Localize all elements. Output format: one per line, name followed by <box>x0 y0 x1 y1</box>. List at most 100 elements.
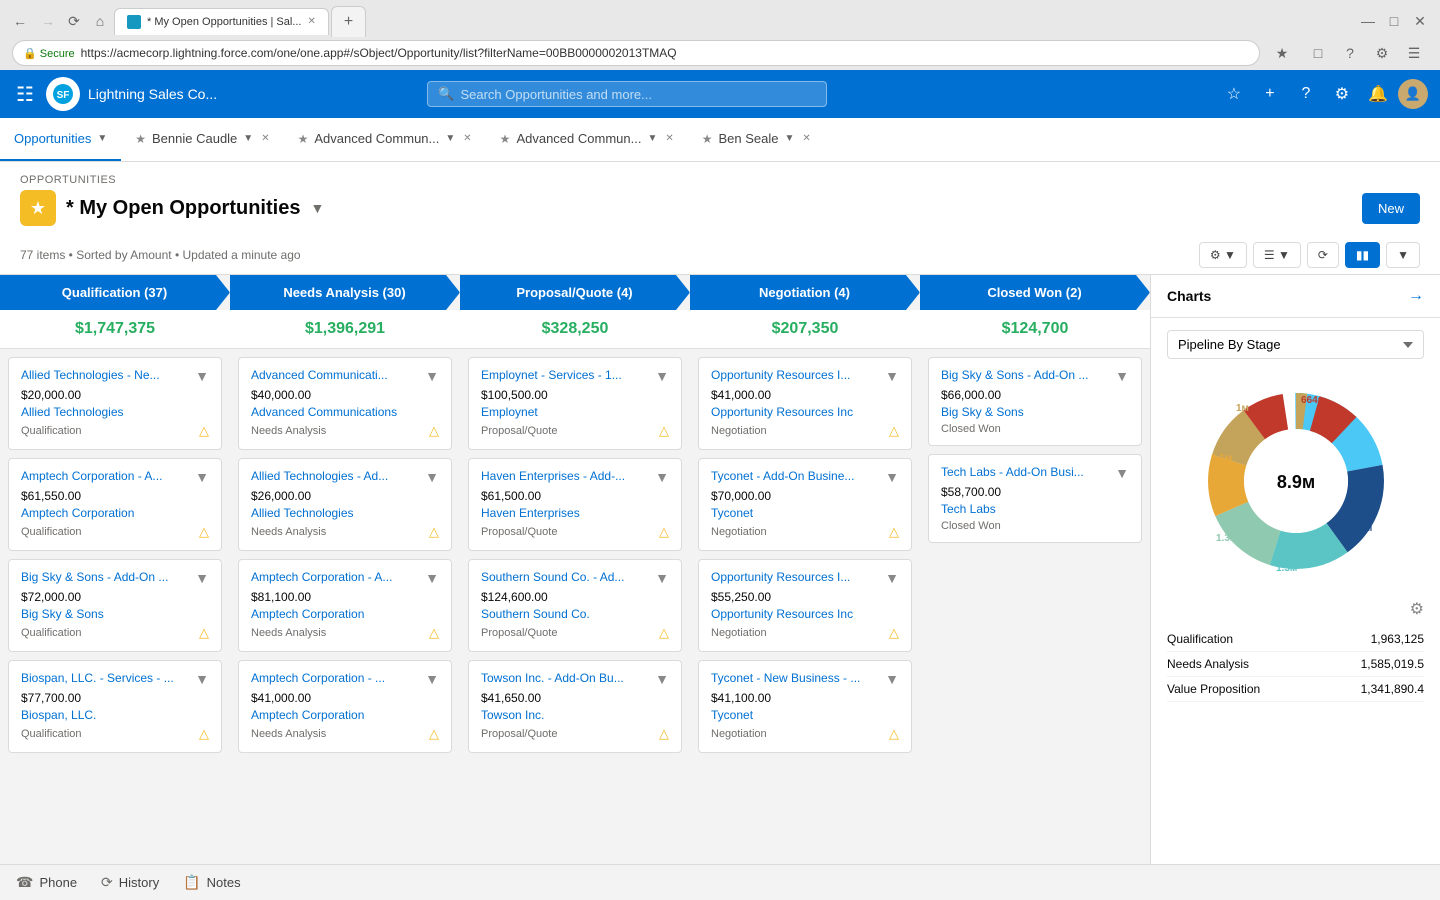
card-title[interactable]: Big Sky & Sons - Add-On ... <box>941 368 1115 384</box>
card-menu-icon[interactable]: ▼ <box>1115 368 1129 384</box>
browser-tab-sf[interactable]: * My Open Opportunities | Sal... ✕ <box>114 8 329 35</box>
card-menu-icon[interactable]: ▼ <box>425 368 439 384</box>
nav-dropdown-icon[interactable]: ▼ <box>97 133 107 144</box>
nav-close-ben[interactable]: ✕ <box>802 133 810 144</box>
browser-close[interactable]: ✕ <box>1408 9 1432 33</box>
settings-button[interactable]: ⚙ ▼ <box>1199 242 1247 268</box>
card-menu-icon[interactable]: ▼ <box>195 570 209 586</box>
card-company[interactable]: Opportunity Resources Inc <box>711 607 899 621</box>
card-menu-icon[interactable]: ▼ <box>195 469 209 485</box>
card-title[interactable]: Allied Technologies - Ne... <box>21 368 195 384</box>
charts-select[interactable]: Pipeline By Stage <box>1167 330 1424 359</box>
sf-add-icon[interactable]: + <box>1254 78 1286 110</box>
card-title[interactable]: Biospan, LLC. - Services - ... <box>21 671 195 687</box>
card-title[interactable]: Opportunity Resources I... <box>711 570 885 586</box>
card-title[interactable]: Employnet - Services - 1... <box>481 368 655 384</box>
browser-ext-4[interactable]: ☰ <box>1400 39 1428 67</box>
card-title[interactable]: Tyconet - Add-On Busine... <box>711 469 885 485</box>
charts-arrow-icon[interactable]: → <box>1408 287 1424 305</box>
refresh-button[interactable]: ⟳ <box>1307 242 1339 268</box>
footer-notes[interactable]: 📋 Notes <box>183 874 240 891</box>
browser-ext-3[interactable]: ⚙ <box>1368 39 1396 67</box>
card-title[interactable]: Southern Sound Co. - Ad... <box>481 570 655 586</box>
card-menu-icon[interactable]: ▼ <box>195 671 209 687</box>
footer-phone[interactable]: ☎ Phone <box>16 874 77 891</box>
card-title[interactable]: Big Sky & Sons - Add-On ... <box>21 570 195 586</box>
nav-dropdown-adv1[interactable]: ▼ <box>445 133 455 144</box>
browser-ext-1[interactable]: □ <box>1304 39 1332 67</box>
sf-notification-icon[interactable]: 🔔 <box>1362 78 1394 110</box>
sf-avatar[interactable]: 👤 <box>1398 79 1428 109</box>
view-toggle-button[interactable]: ☰ ▼ <box>1253 242 1301 268</box>
card-company[interactable]: Allied Technologies <box>21 405 209 419</box>
search-input[interactable] <box>460 87 816 102</box>
card-company[interactable]: Tyconet <box>711 506 899 520</box>
charts-gear-icon[interactable]: ⚙ <box>1410 599 1424 619</box>
sf-setup-icon[interactable]: ⚙ <box>1326 78 1358 110</box>
card-menu-icon[interactable]: ▼ <box>1115 465 1129 481</box>
page-title-dropdown-icon[interactable]: ▼ <box>310 200 324 216</box>
filter-button[interactable]: ▼ <box>1386 242 1420 268</box>
card-menu-icon[interactable]: ▼ <box>655 671 669 687</box>
card-menu-icon[interactable]: ▼ <box>655 570 669 586</box>
nav-dropdown-adv2[interactable]: ▼ <box>647 133 657 144</box>
card-title[interactable]: Towson Inc. - Add-On Bu... <box>481 671 655 687</box>
card-company[interactable]: Big Sky & Sons <box>21 607 209 621</box>
card-menu-icon[interactable]: ▼ <box>425 469 439 485</box>
card-company[interactable]: Advanced Communications <box>251 405 439 419</box>
card-company[interactable]: Amptech Corporation <box>251 607 439 621</box>
card-title[interactable]: Tyconet - New Business - ... <box>711 671 885 687</box>
card-company[interactable]: Tyconet <box>711 708 899 722</box>
nav-close-adv1[interactable]: ✕ <box>463 133 471 144</box>
browser-forward[interactable]: → <box>36 9 60 33</box>
card-menu-icon[interactable]: ▼ <box>425 570 439 586</box>
browser-home[interactable]: ⌂ <box>88 9 112 33</box>
nav-dropdown-bennie[interactable]: ▼ <box>243 133 253 144</box>
card-menu-icon[interactable]: ▼ <box>885 368 899 384</box>
nav-close-adv2[interactable]: ✕ <box>665 133 673 144</box>
card-title[interactable]: Tech Labs - Add-On Busi... <box>941 465 1115 481</box>
card-title[interactable]: Advanced Communicati... <box>251 368 425 384</box>
sf-fav-icon[interactable]: ☆ <box>1218 78 1250 110</box>
card-company[interactable]: Haven Enterprises <box>481 506 669 520</box>
card-menu-icon[interactable]: ▼ <box>885 469 899 485</box>
sf-logo[interactable]: SF <box>46 77 80 111</box>
sidebar-item-advanced-2[interactable]: ★ Advanced Commun... ▼ ✕ <box>486 118 688 161</box>
browser-minimize[interactable]: — <box>1356 9 1380 33</box>
card-menu-icon[interactable]: ▼ <box>425 671 439 687</box>
card-menu-icon[interactable]: ▼ <box>655 469 669 485</box>
nav-dropdown-ben[interactable]: ▼ <box>785 133 795 144</box>
sidebar-item-advanced-1[interactable]: ★ Advanced Commun... ▼ ✕ <box>284 118 486 161</box>
browser-maximize[interactable]: □ <box>1382 9 1406 33</box>
sidebar-item-opportunities[interactable]: Opportunities ▼ <box>0 118 121 161</box>
card-menu-icon[interactable]: ▼ <box>655 368 669 384</box>
card-menu-icon[interactable]: ▼ <box>885 671 899 687</box>
browser-address-bar[interactable]: 🔒 Secure https://acmecorp.lightning.forc… <box>12 40 1260 66</box>
card-company[interactable]: Southern Sound Co. <box>481 607 669 621</box>
sidebar-item-bennie-caudle[interactable]: ★ Bennie Caudle ▼ ✕ <box>121 118 283 161</box>
card-company[interactable]: Towson Inc. <box>481 708 669 722</box>
card-company[interactable]: Opportunity Resources Inc <box>711 405 899 419</box>
card-title[interactable]: Haven Enterprises - Add-... <box>481 469 655 485</box>
card-title[interactable]: Opportunity Resources I... <box>711 368 885 384</box>
card-company[interactable]: Biospan, LLC. <box>21 708 209 722</box>
new-button[interactable]: New <box>1362 193 1420 224</box>
footer-history[interactable]: ⟳ History <box>101 874 159 891</box>
card-company[interactable]: Tech Labs <box>941 502 1129 516</box>
nav-close-bennie[interactable]: ✕ <box>261 133 269 144</box>
card-menu-icon[interactable]: ▼ <box>195 368 209 384</box>
browser-back[interactable]: ← <box>8 9 32 33</box>
browser-star-btn[interactable]: ★ <box>1268 39 1296 67</box>
card-company[interactable]: Amptech Corporation <box>21 506 209 520</box>
kanban-button[interactable]: ▮▮ <box>1345 242 1380 268</box>
browser-ext-2[interactable]: ? <box>1336 39 1364 67</box>
card-company[interactable]: Amptech Corporation <box>251 708 439 722</box>
sf-search-box[interactable]: 🔍 <box>427 81 827 107</box>
browser-refresh[interactable]: ⟳ <box>62 9 86 33</box>
browser-tab-new[interactable]: + <box>331 6 366 37</box>
card-title[interactable]: Amptech Corporation - A... <box>251 570 425 586</box>
card-company[interactable]: Allied Technologies <box>251 506 439 520</box>
card-title[interactable]: Allied Technologies - Ad... <box>251 469 425 485</box>
card-menu-icon[interactable]: ▼ <box>885 570 899 586</box>
waffle-menu[interactable]: ☷ <box>12 78 38 111</box>
